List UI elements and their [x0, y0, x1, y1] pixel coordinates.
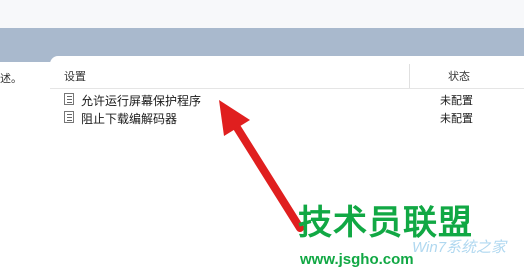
watermark-url: www.jsgho.com [300, 251, 414, 268]
watermark-title: 技术员联盟 [298, 204, 473, 242]
